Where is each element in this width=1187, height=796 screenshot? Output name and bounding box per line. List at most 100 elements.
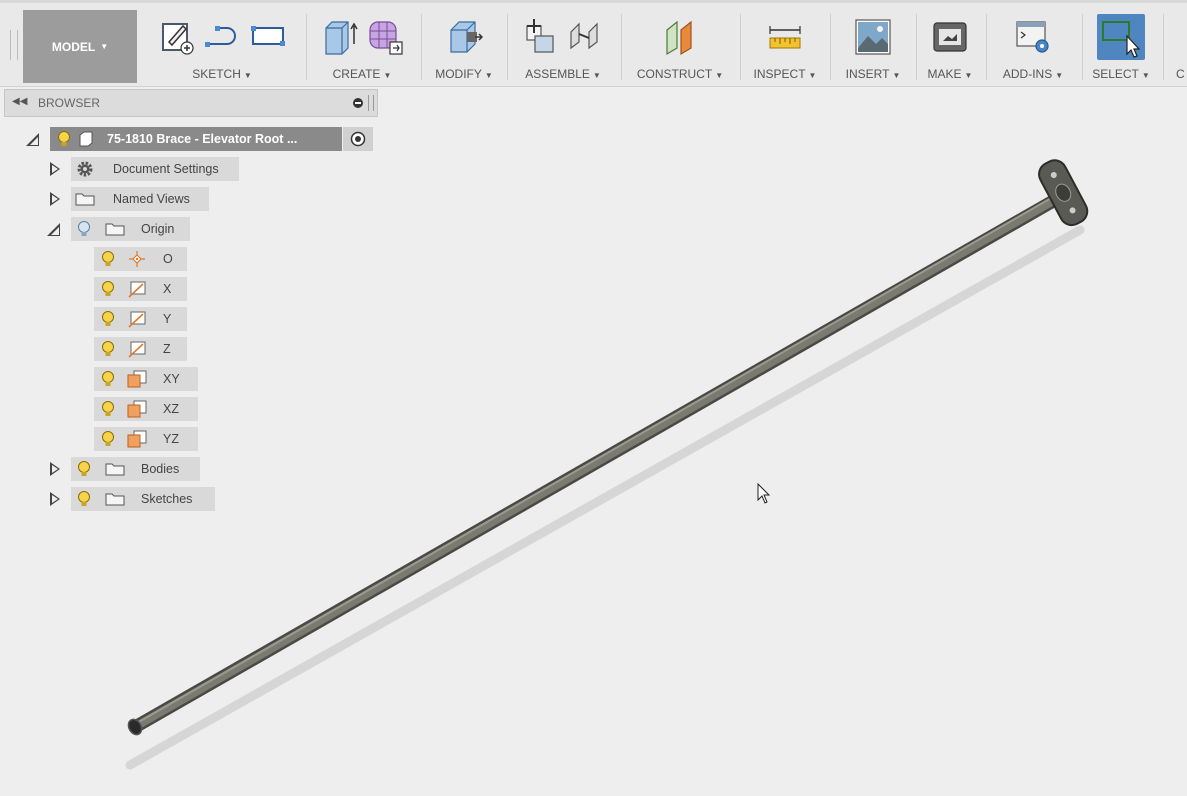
origin-node[interactable]: Origin [71,217,190,241]
lightbulb-icon[interactable] [53,129,75,149]
named-views-node[interactable]: Named Views [71,187,209,211]
brace-tube-highlight [136,192,1061,724]
brace-shadow [125,225,1085,770]
bodies-node[interactable]: Bodies [71,457,200,481]
select-group: SELECT ▼ [1086,10,1156,83]
construct-group: CONSTRUCT ▼ [624,10,736,83]
yz-plane-label: YZ [163,432,179,446]
bodies-label: Bodies [141,462,180,476]
construct-menu[interactable]: CONSTRUCT ▼ [624,67,736,81]
add-ins-menu[interactable]: ADD-INS ▼ [990,67,1076,81]
plane-icon [127,370,147,388]
named-views-label: Named Views [113,192,190,206]
y-axis-label: Y [163,312,172,326]
y-axis-node[interactable]: Y [94,307,187,331]
x-axis-node[interactable]: X [94,277,187,301]
separator [916,14,917,80]
collapse-browser-icon[interactable]: ◀◀ [12,96,27,107]
xz-plane-label: XZ [163,402,179,416]
expand-root-toggle[interactable] [26,133,39,146]
lightbulb-icon[interactable] [97,339,119,359]
make-label: MAKE [927,67,962,81]
joint-icon[interactable] [567,18,605,56]
lightbulb-icon[interactable] [97,399,119,419]
expand-origin-toggle[interactable] [47,223,60,236]
folder-icon [75,193,95,206]
xy-plane-node[interactable]: XY [94,367,198,391]
axis-icon [128,281,146,298]
inspect-menu[interactable]: INSPECT ▼ [744,67,826,81]
brace-tube [133,192,1064,731]
x-axis-label: X [163,282,172,296]
assemble-menu[interactable]: ASSEMBLE ▼ [510,67,616,81]
3d-print-icon[interactable] [931,18,969,56]
z-axis-node[interactable]: Z [94,337,187,361]
extrude-icon[interactable] [320,18,358,56]
xz-plane-node[interactable]: XZ [94,397,198,421]
expand-named-views-toggle[interactable] [50,192,60,206]
browser-grip-icon[interactable] [368,95,374,111]
document-settings-node[interactable]: Document Settings [71,157,239,181]
inspect-label: INSPECT [753,67,806,81]
gear-icon [77,161,93,177]
lightbulb-icon[interactable] [97,429,119,449]
origin-point-node[interactable]: O [94,247,187,271]
plane-icon [127,400,147,418]
separator [1163,14,1164,80]
rectangle-icon[interactable] [249,18,287,56]
origin-point-icon [129,251,145,267]
sketch-menu[interactable]: SKETCH ▼ [142,67,302,81]
sketch-label: SKETCH [192,67,241,81]
toolbar: MODEL ▼ SKETCH ▼ CREATE ▼ MODIFY ▼ ASSEM… [0,0,1187,87]
select-menu[interactable]: SELECT ▼ [1086,67,1156,81]
offset-plane-icon[interactable] [661,18,699,56]
sketches-node[interactable]: Sketches [71,487,215,511]
lightbulb-icon[interactable] [73,459,95,479]
browser-header: ◀◀ BROWSER [4,89,378,117]
brace-flange [1038,159,1089,227]
separator [830,14,831,80]
new-component-icon[interactable] [521,18,559,56]
lightbulb-icon[interactable] [97,249,119,269]
toolbar-grip[interactable] [10,30,18,60]
create-label: CREATE [332,67,381,81]
expand-sketches-toggle[interactable] [50,492,60,506]
expand-bodies-toggle[interactable] [50,462,60,476]
add-ins-label: ADD-INS [1002,67,1053,81]
separator [507,14,508,80]
expand-document-settings-toggle[interactable] [50,162,60,176]
browser-minimize-icon[interactable] [353,98,363,108]
lightbulb-off-icon[interactable] [73,219,95,239]
separator [621,14,622,80]
workspace-model-button[interactable]: MODEL ▼ [23,10,137,83]
axis-icon [128,311,146,328]
yz-plane-node[interactable]: YZ [94,427,198,451]
line-arc-icon[interactable] [203,18,241,56]
scripts-addins-icon[interactable] [1014,18,1052,56]
lightbulb-icon[interactable] [73,489,95,509]
origin-point-label: O [163,252,173,266]
construct-label: CONSTRUCT [636,67,713,81]
z-axis-label: Z [163,342,171,356]
create-menu[interactable]: CREATE ▼ [308,67,416,81]
separator [1082,14,1083,80]
overflow-group-label[interactable]: C [1176,67,1185,81]
press-pull-icon[interactable] [445,18,483,56]
select-label: SELECT [1092,67,1139,81]
lightbulb-icon[interactable] [97,309,119,329]
insert-menu[interactable]: INSERT ▼ [834,67,912,81]
measure-icon[interactable] [766,18,804,56]
insert-label: INSERT [845,67,890,81]
insert-image-icon[interactable] [854,18,892,56]
activate-component-radio[interactable] [343,127,373,151]
make-menu[interactable]: MAKE ▼ [920,67,980,81]
lightbulb-icon[interactable] [97,279,119,299]
chevron-down-icon: ▼ [100,42,109,51]
sketches-label: Sketches [141,492,193,506]
form-icon[interactable] [366,18,404,56]
modify-menu[interactable]: MODIFY ▼ [424,67,504,81]
separator [306,14,307,80]
root-component-node[interactable]: 75-1810 Brace - Elevator Root ... [50,127,342,151]
lightbulb-icon[interactable] [97,369,119,389]
create-sketch-icon[interactable] [157,18,195,56]
